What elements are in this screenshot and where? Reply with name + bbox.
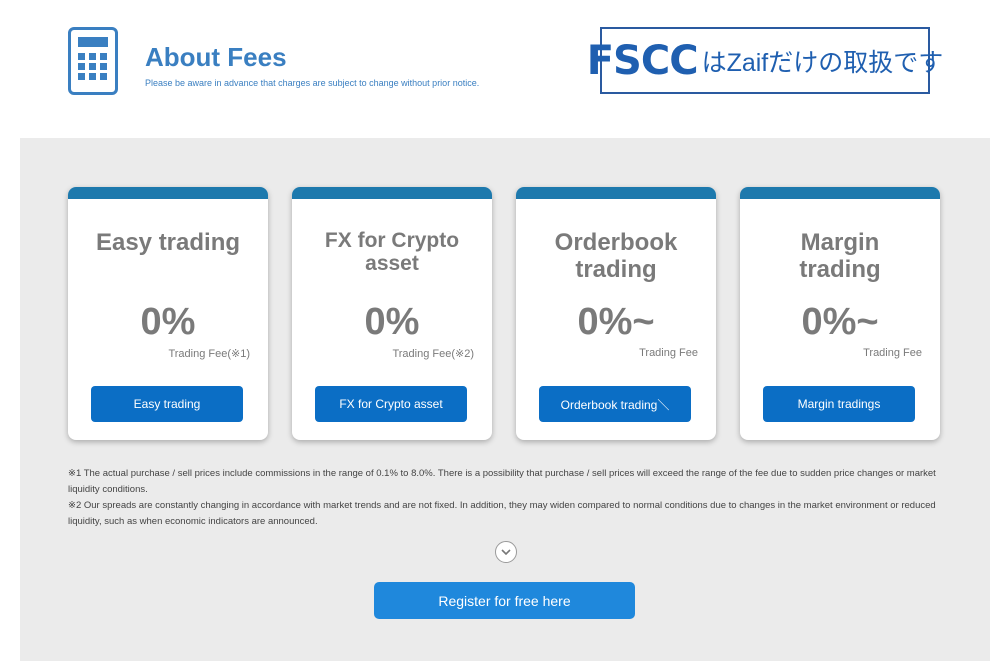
card-header-bar	[516, 187, 716, 199]
orderbook-trading-button[interactable]: Orderbook trading＼	[539, 386, 691, 422]
card-rate: 0%	[140, 301, 196, 343]
fees-panel: Easy trading 0% Trading Fee(※1) Easy tra…	[20, 138, 990, 661]
card-title: FX for Crypto asset	[324, 229, 460, 275]
card-rate: 0%~	[801, 301, 879, 343]
card-title: Orderbook trading	[554, 229, 678, 283]
brand-logo-text: FSCC	[586, 37, 699, 84]
card-title: Margin trading	[799, 229, 881, 283]
fee-note: ※1 The actual purchase / sell prices inc…	[68, 468, 936, 495]
card-rate: 0%~	[577, 301, 655, 343]
card-fee-label: Trading Fee(※2)	[392, 348, 474, 360]
fee-card-fx-crypto: FX for Crypto asset 0% Trading Fee(※2) F…	[292, 187, 492, 440]
register-button[interactable]: Register for free here	[374, 582, 635, 619]
fx-crypto-button[interactable]: FX for Crypto asset	[315, 386, 467, 422]
chevron-down-icon	[501, 549, 511, 555]
card-fee-label: Trading Fee(※1)	[168, 348, 250, 360]
fee-note: ※2 Our spreads are constantly changing i…	[68, 500, 936, 527]
calculator-icon	[68, 27, 118, 95]
card-header-bar	[292, 187, 492, 199]
card-fee-label: Trading Fee	[639, 347, 698, 359]
fee-notes: ※1 The actual purchase / sell prices inc…	[68, 466, 958, 530]
margin-trading-button[interactable]: Margin tradings	[763, 386, 915, 422]
fee-card-easy-trading: Easy trading 0% Trading Fee(※1) Easy tra…	[68, 187, 268, 440]
page-title: About Fees	[145, 42, 287, 72]
fee-card-orderbook: Orderbook trading 0%~ Trading Fee Orderb…	[516, 187, 716, 440]
card-header-bar	[68, 187, 268, 199]
card-header-bar	[740, 187, 940, 199]
card-rate: 0%	[364, 301, 420, 343]
card-title: Easy trading	[95, 229, 241, 256]
card-fee-label: Trading Fee	[863, 347, 922, 359]
brand-banner[interactable]: FSCC はZaifだけの取扱です	[587, 27, 943, 94]
easy-trading-button[interactable]: Easy trading	[91, 386, 243, 422]
brand-tagline: はZaifだけの取扱です	[701, 48, 944, 77]
fee-card-margin: Margin trading 0%~ Trading Fee Margin tr…	[740, 187, 940, 440]
expand-button[interactable]	[495, 541, 517, 563]
page-subtitle: Please be aware in advance that charges …	[145, 78, 480, 88]
